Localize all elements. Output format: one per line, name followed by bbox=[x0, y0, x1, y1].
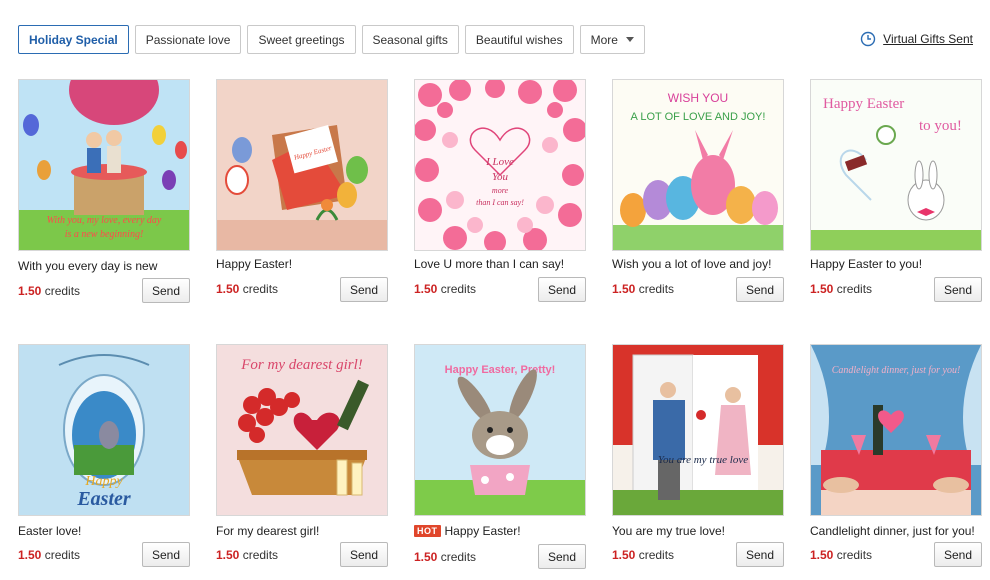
svg-text:Happy: Happy bbox=[84, 474, 123, 489]
gift-price: 1.50 credits bbox=[612, 282, 675, 296]
svg-text:to you!: to you! bbox=[919, 118, 962, 134]
gift-image[interactable]: WISH YOU A LOT OF LOVE AND JOY! bbox=[612, 79, 784, 251]
svg-text:Happy Easter, Pretty!: Happy Easter, Pretty! bbox=[445, 364, 556, 376]
tab-holiday-special[interactable]: Holiday Special bbox=[18, 25, 129, 54]
send-button[interactable]: Send bbox=[340, 542, 388, 567]
clock-icon bbox=[860, 31, 876, 47]
svg-text:Easter: Easter bbox=[76, 488, 131, 510]
svg-text:more: more bbox=[492, 186, 509, 195]
gift-card: Happy Easter Easter love! 1.50 credits S… bbox=[18, 344, 190, 567]
gift-title: Love U more than I can say! bbox=[414, 257, 565, 271]
caret-down-icon bbox=[625, 37, 634, 42]
send-button[interactable]: Send bbox=[142, 278, 190, 303]
send-button[interactable]: Send bbox=[340, 277, 388, 302]
svg-text:For my dearest girl!: For my dearest girl! bbox=[240, 357, 363, 373]
gift-title: Candlelight dinner, just for you! bbox=[810, 524, 975, 538]
gift-card: WISH YOU A LOT OF LOVE AND JOY! Wish you… bbox=[612, 79, 784, 302]
tab-label: Sweet greetings bbox=[258, 32, 345, 47]
send-button[interactable]: Send bbox=[538, 277, 586, 302]
gift-image[interactable]: Happy Easter to you! bbox=[810, 79, 982, 251]
gift-card: Happy Easter to you! Happy Easter to you… bbox=[810, 79, 982, 302]
gift-image[interactable]: With you, my love, every day is a new be… bbox=[18, 79, 190, 251]
gift-title: For my dearest girl! bbox=[216, 524, 320, 538]
send-button[interactable]: Send bbox=[538, 544, 586, 569]
gift-card: For my dearest girl! For my dearest girl… bbox=[216, 344, 388, 567]
tab-label: Beautiful wishes bbox=[475, 32, 563, 47]
svg-text:Candlelight dinner, just for y: Candlelight dinner, just for you! bbox=[832, 365, 961, 376]
svg-text:A LOT OF LOVE AND JOY!: A LOT OF LOVE AND JOY! bbox=[631, 111, 766, 123]
gift-image[interactable]: You are my true love bbox=[612, 344, 784, 516]
gift-price: 1.50 credits bbox=[414, 282, 477, 296]
gift-title: Happy Easter to you! bbox=[810, 257, 923, 271]
gift-price: 1.50 credits bbox=[18, 548, 81, 562]
gift-image[interactable]: I Love You more than I can say! bbox=[414, 79, 586, 251]
svg-text:I Love: I Love bbox=[485, 156, 514, 168]
gift-title: With you every day is new bbox=[18, 259, 158, 273]
send-button[interactable]: Send bbox=[142, 542, 190, 567]
gift-card: You are my true love You are my true lov… bbox=[612, 344, 784, 567]
tab-label: More bbox=[590, 32, 618, 47]
send-button[interactable]: Send bbox=[934, 542, 982, 567]
gift-price: 1.50 credits bbox=[612, 548, 675, 562]
tab-label: Seasonal gifts bbox=[372, 32, 448, 47]
send-button[interactable]: Send bbox=[934, 277, 982, 302]
gift-image[interactable]: Happy Easter bbox=[18, 344, 190, 516]
tab-beautiful-wishes[interactable]: Beautiful wishes bbox=[464, 25, 574, 54]
gift-title: Wish you a lot of love and joy! bbox=[612, 257, 772, 271]
gift-card: I Love You more than I can say! Love U m… bbox=[414, 79, 586, 302]
gift-image[interactable]: Happy Easter, Pretty! bbox=[414, 344, 586, 516]
tab-sweet-greetings[interactable]: Sweet greetings bbox=[247, 25, 356, 54]
tab-label: Passionate love bbox=[145, 32, 231, 47]
gift-title: You are my true love! bbox=[612, 524, 725, 538]
svg-text:You: You bbox=[492, 171, 509, 183]
gift-price: 1.50 credits bbox=[810, 282, 873, 296]
svg-text:You are my true love: You are my true love bbox=[658, 454, 748, 466]
gift-price: 1.50 credits bbox=[216, 282, 279, 296]
gift-image[interactable]: Happy Easter bbox=[216, 79, 388, 251]
svg-text:Happy Easter: Happy Easter bbox=[823, 96, 904, 112]
virtual-gifts-sent-link[interactable]: Virtual Gifts Sent bbox=[860, 31, 973, 47]
category-tabs: Holiday Special Passionate love Sweet gr… bbox=[18, 25, 645, 54]
svg-text:WISH YOU: WISH YOU bbox=[668, 91, 728, 105]
sent-link-label: Virtual Gifts Sent bbox=[883, 32, 973, 46]
tab-passionate-love[interactable]: Passionate love bbox=[134, 25, 242, 54]
svg-text:than I can say!: than I can say! bbox=[476, 198, 524, 207]
gift-price: 1.50 credits bbox=[414, 550, 477, 564]
hot-badge: HOT bbox=[414, 525, 441, 537]
gift-title: Happy Easter! bbox=[216, 257, 293, 271]
send-button[interactable]: Send bbox=[736, 277, 784, 302]
send-button[interactable]: Send bbox=[736, 542, 784, 567]
gift-title: HOT Happy Easter! bbox=[414, 524, 521, 538]
svg-text:is a new beginning!: is a new beginning! bbox=[65, 229, 144, 240]
gift-price: 1.50 credits bbox=[18, 284, 81, 298]
tab-more-dropdown[interactable]: More bbox=[579, 25, 645, 54]
gift-image[interactable]: Candlelight dinner, just for you! bbox=[810, 344, 982, 516]
tab-seasonal-gifts[interactable]: Seasonal gifts bbox=[361, 25, 459, 54]
gift-card: With you, my love, every day is a new be… bbox=[18, 79, 190, 303]
gift-price: 1.50 credits bbox=[810, 548, 873, 562]
tab-label: Holiday Special bbox=[29, 32, 118, 47]
gift-image[interactable]: For my dearest girl! bbox=[216, 344, 388, 516]
gift-card: Happy Easter Happy Easter! 1.50 credits … bbox=[216, 79, 388, 302]
gift-price: 1.50 credits bbox=[216, 548, 279, 562]
gift-card: Candlelight dinner, just for you! Candle… bbox=[810, 344, 982, 567]
svg-text:With you, my love, every day: With you, my love, every day bbox=[47, 215, 162, 226]
gift-title: Easter love! bbox=[18, 524, 82, 538]
gift-card: Happy Easter, Pretty! HOT Happy Easter! 1… bbox=[414, 344, 586, 569]
